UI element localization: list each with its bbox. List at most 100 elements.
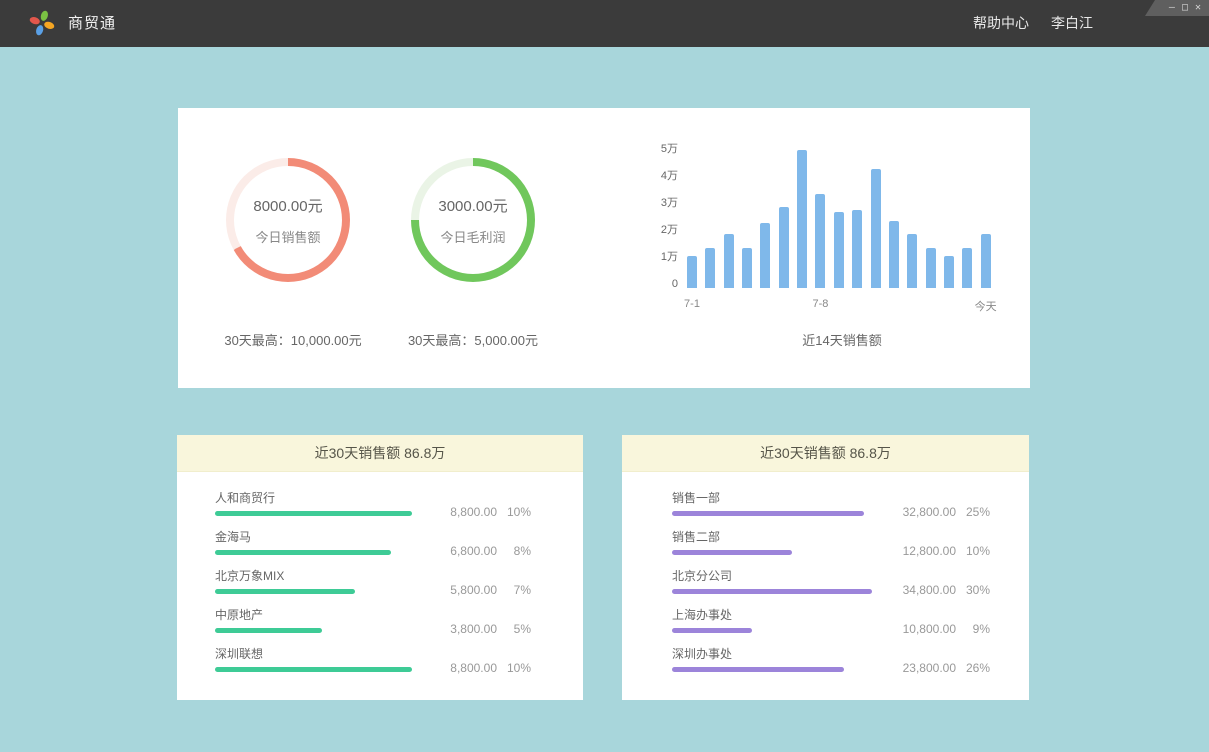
title-bar: 商贸通 帮助中心 李白江 — □ ✕ bbox=[0, 0, 1209, 47]
chart-bar bbox=[724, 234, 734, 288]
chart-bar bbox=[834, 212, 844, 288]
rank-row-value: 3,800.00 bbox=[417, 622, 497, 636]
rank-row-bar bbox=[672, 589, 872, 594]
rank-row-values: 34,800.0030% bbox=[876, 583, 990, 597]
rank-row-percent: 10% bbox=[497, 661, 531, 675]
y-axis-tick: 0 bbox=[638, 277, 678, 291]
logo-petal bbox=[40, 10, 50, 22]
rank-row-percent: 30% bbox=[956, 583, 990, 597]
rank-card-header: 近30天销售额 86.8万 bbox=[622, 435, 1029, 472]
x-axis-label: 7-1 bbox=[672, 298, 712, 310]
rank-row-label: 销售一部 bbox=[672, 491, 864, 505]
rank-row: 上海办事处 10,800.009% bbox=[622, 601, 1029, 640]
rank-row-value: 5,800.00 bbox=[417, 583, 497, 597]
chart-bar bbox=[705, 248, 715, 289]
rank-row-bar bbox=[215, 550, 391, 555]
rank-row-label: 金海马 bbox=[215, 530, 391, 544]
y-axis-tick: 1万 bbox=[638, 250, 678, 264]
rank-row-bar bbox=[672, 628, 752, 633]
rank-row-main: 中原地产 bbox=[215, 608, 322, 633]
chart-caption: 近14天销售额 bbox=[687, 330, 997, 349]
rank-row-percent: 10% bbox=[956, 544, 990, 558]
y-axis-tick: 5万 bbox=[638, 142, 678, 156]
rank-row-main: 人和商贸行 bbox=[215, 491, 412, 516]
rank-row: 金海马 6,800.008% bbox=[177, 523, 583, 562]
maximize-button[interactable]: □ bbox=[1182, 3, 1188, 13]
rank-card-departments: 近30天销售额 86.8万 销售一部 32,800.0025% 销售二部 12,800… bbox=[622, 435, 1029, 700]
rank-row-main: 销售一部 bbox=[672, 491, 864, 516]
rank-row-values: 5,800.007% bbox=[417, 583, 531, 597]
rank-row-percent: 25% bbox=[956, 505, 990, 519]
chart-bar bbox=[926, 248, 936, 289]
sales-30day-max-caption: 30天最高：10,000.00元 bbox=[198, 330, 388, 349]
chart-bar bbox=[871, 169, 881, 288]
username-link[interactable]: 李白江 bbox=[1051, 0, 1093, 47]
rank-row: 北京分公司 34,800.0030% bbox=[622, 562, 1029, 601]
rank-row-value: 6,800.00 bbox=[417, 544, 497, 558]
app-logo-icon bbox=[28, 9, 56, 37]
chart-bar bbox=[981, 234, 991, 288]
rank-card-body: 销售一部 32,800.0025% 销售二部 12,800.0010% 北京分公司 34,… bbox=[622, 472, 1029, 679]
rank-row-bar bbox=[215, 589, 355, 594]
today-sales-value: 8000.00元 bbox=[253, 195, 322, 216]
rank-card-customers: 近30天销售额 86.8万 人和商贸行8,800.0010%金海马6,800.0… bbox=[177, 435, 583, 700]
rank-row-main: 北京分公司 bbox=[672, 569, 872, 594]
logo-petal bbox=[43, 21, 55, 31]
chart-bar bbox=[815, 194, 825, 289]
rank-row-values: 32,800.0025% bbox=[876, 505, 990, 519]
chart-bar bbox=[944, 256, 954, 288]
today-sales-label: 今日销售额 bbox=[255, 227, 320, 246]
rank-row-main: 深圳联想 bbox=[215, 647, 412, 672]
x-axis-label: 今天 bbox=[966, 298, 1006, 314]
rank-row-value: 10,800.00 bbox=[876, 622, 956, 636]
rank-row-label: 上海办事处 bbox=[672, 608, 752, 622]
rank-row-main: 深圳办事处 bbox=[672, 647, 844, 672]
rank-row-bar bbox=[672, 550, 792, 555]
rank-row-bar bbox=[215, 628, 322, 633]
rank-row-main: 销售二部 bbox=[672, 530, 792, 555]
rank-row: 销售一部 32,800.0025% bbox=[622, 484, 1029, 523]
rank-row: 人和商贸行 8,800.0010% bbox=[177, 484, 583, 523]
rank-row: 销售二部 12,800.0010% bbox=[622, 523, 1029, 562]
rank-row-bar bbox=[672, 511, 864, 516]
close-button[interactable]: ✕ bbox=[1195, 3, 1201, 13]
rank-card-body: 人和商贸行8,800.0010%金海马6,800.008%北京万象MIX5,80… bbox=[177, 472, 583, 679]
rank-row-bar bbox=[215, 667, 412, 672]
y-axis-tick: 4万 bbox=[638, 169, 678, 183]
donut-today-sales: 8000.00元 今日销售额 bbox=[226, 158, 350, 282]
overview-card: 8000.00元 今日销售额 30天最高：10,000.00元 3000.00元… bbox=[178, 108, 1030, 388]
rank-row-label: 深圳办事处 bbox=[672, 647, 844, 661]
app-window: { "window": { "minimize_glyph": "—", "ma… bbox=[0, 0, 1209, 752]
help-center-link[interactable]: 帮助中心 bbox=[973, 0, 1029, 47]
rank-row-values: 10,800.009% bbox=[876, 622, 990, 636]
donut-today-profit: 3000.00元 今日毛利润 bbox=[411, 158, 535, 282]
chart-bar bbox=[889, 221, 899, 289]
rank-row-main: 北京万象MIX bbox=[215, 569, 355, 594]
x-axis-label: 7-8 bbox=[800, 298, 840, 310]
rank-row: 中原地产 3,800.005% bbox=[177, 601, 583, 640]
rank-row: 深圳办事处23,800.0026% bbox=[622, 640, 1029, 679]
rank-row-bar bbox=[672, 667, 844, 672]
rank-row-percent: 5% bbox=[497, 622, 531, 636]
rank-row-values: 8,800.0010% bbox=[417, 505, 531, 519]
sales-bar-chart: 0 1万 2万 3万 4万 5万 7-1 7-8 今天 近14天销售额 bbox=[638, 108, 1018, 388]
rank-row-value: 8,800.00 bbox=[417, 505, 497, 519]
rank-row-values: 6,800.008% bbox=[417, 544, 531, 558]
y-axis-tick: 2万 bbox=[638, 223, 678, 237]
minimize-button[interactable]: — bbox=[1169, 3, 1175, 13]
donut-hole: 3000.00元 今日毛利润 bbox=[419, 166, 527, 274]
rank-row-percent: 7% bbox=[497, 583, 531, 597]
rank-row-values: 12,800.0010% bbox=[876, 544, 990, 558]
y-axis-tick: 3万 bbox=[638, 196, 678, 210]
app-title: 商贸通 bbox=[68, 0, 116, 47]
chart-bar bbox=[962, 248, 972, 289]
chart-bars bbox=[687, 108, 997, 288]
rank-row: 北京万象MIX 5,800.007% bbox=[177, 562, 583, 601]
logo-petal bbox=[35, 24, 45, 36]
today-profit-label: 今日毛利润 bbox=[440, 227, 505, 246]
rank-row-percent: 9% bbox=[956, 622, 990, 636]
rank-row-value: 8,800.00 bbox=[417, 661, 497, 675]
rank-row-label: 北京分公司 bbox=[672, 569, 872, 583]
rank-row-value: 32,800.00 bbox=[876, 505, 956, 519]
chart-bar bbox=[852, 210, 862, 288]
